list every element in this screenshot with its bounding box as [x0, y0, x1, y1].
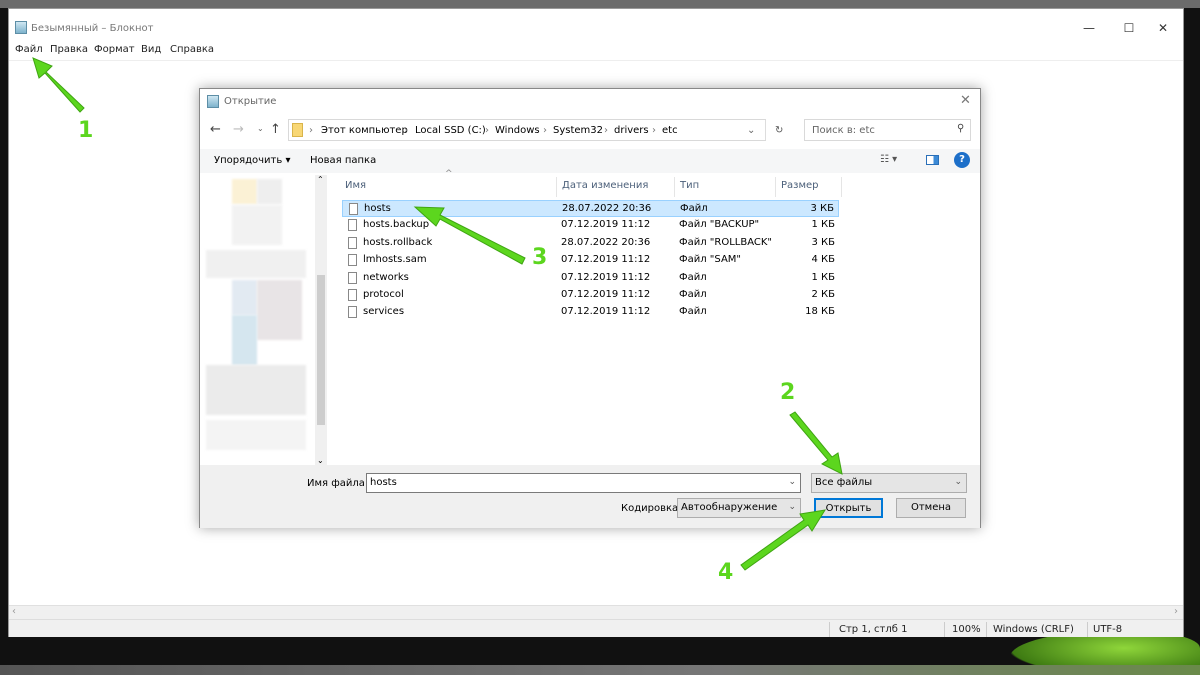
arrow-2	[789, 411, 843, 475]
annotation-4: 4	[718, 560, 734, 585]
arrow-3	[413, 206, 526, 265]
annotation-1: 1	[78, 118, 94, 143]
arrow-1	[32, 57, 85, 113]
annotation-arrows	[32, 57, 843, 571]
arrow-4	[740, 509, 827, 571]
annotation-2: 2	[780, 380, 796, 405]
annotation-3: 3	[532, 245, 548, 270]
